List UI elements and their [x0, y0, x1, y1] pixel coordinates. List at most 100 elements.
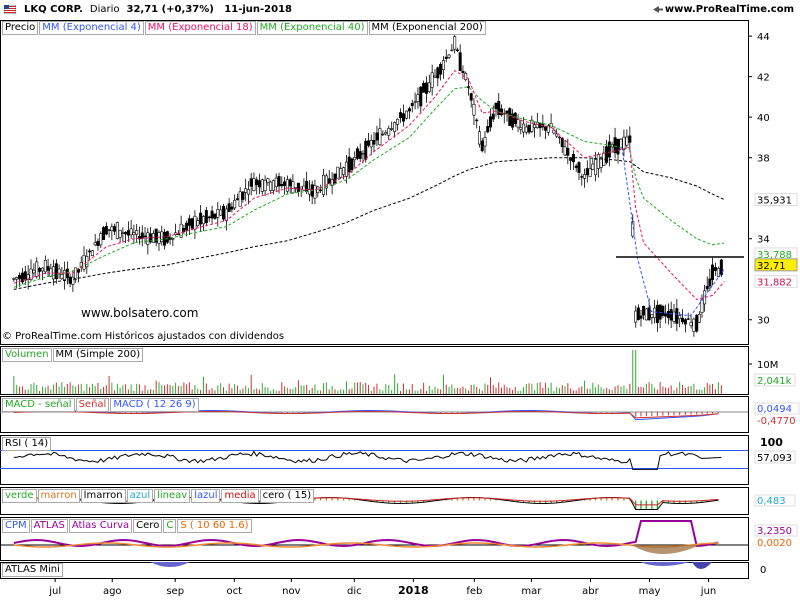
candle-body: [274, 177, 278, 188]
legend-precio[interactable]: Precio: [2, 21, 39, 35]
candle-body: [469, 93, 473, 101]
candle-body: [296, 182, 300, 192]
candle-body: [260, 179, 264, 192]
x-tick-label: sep: [166, 586, 184, 597]
candle-body: [577, 162, 581, 173]
candle-body: [424, 82, 428, 94]
candle-body: [12, 278, 16, 280]
legend-lazul[interactable]: lazul: [191, 489, 221, 503]
candle-body: [336, 166, 340, 179]
candle-body: [588, 168, 592, 178]
candle-body: [222, 205, 226, 220]
legend-volumen[interactable]: Volumen: [2, 348, 52, 362]
candle-body: [444, 56, 448, 59]
x-tick-label: 2018: [398, 584, 429, 597]
legend-senal[interactable]: Señal: [75, 398, 110, 412]
macd-legend: MACD - señal Señal MACD ( 12 26 9): [2, 398, 200, 412]
candle-body: [522, 123, 526, 133]
candle-body: [82, 254, 86, 270]
candle-body: [99, 233, 103, 246]
candle-body: [616, 138, 620, 155]
legend-marron[interactable]: marron: [37, 489, 80, 503]
legend-macd-senal[interactable]: MACD - señal: [2, 398, 75, 412]
candle-body: [666, 311, 670, 319]
candle-body: [585, 168, 589, 176]
legend-cpm[interactable]: CPM: [2, 519, 30, 533]
candle-body: [291, 181, 295, 194]
candle-body: [625, 136, 629, 146]
candle-body: [266, 178, 270, 183]
candle-body: [381, 133, 385, 136]
candle-body: [708, 278, 712, 287]
legend-atlas[interactable]: ATLAS: [30, 519, 68, 533]
legend-verde[interactable]: verde: [2, 489, 37, 503]
candle-body: [653, 307, 657, 319]
legend-rsi[interactable]: RSI ( 14): [2, 437, 52, 451]
candle-body: [187, 218, 191, 226]
legend-c[interactable]: C: [163, 519, 177, 533]
legend-ema40[interactable]: MM (Exponencial 40): [256, 21, 368, 35]
candle-body: [252, 178, 256, 192]
candle-body: [219, 209, 223, 216]
legend-lineav[interactable]: lineav: [154, 489, 191, 503]
candle-body: [607, 141, 611, 158]
legend-s[interactable]: S ( 10 60 1.6): [177, 519, 252, 533]
candle-body: [285, 179, 289, 192]
legend-atlas-mini[interactable]: ATLAS Mini: [2, 563, 63, 577]
candle-body: [441, 60, 445, 70]
candle-body: [700, 299, 704, 313]
candle-body: [533, 124, 537, 129]
candle-body: [135, 230, 139, 235]
legend-ema4[interactable]: MM (Exponencial 4): [39, 21, 144, 35]
legend-azul[interactable]: azul: [126, 489, 154, 503]
candle-body: [477, 131, 481, 145]
legend-ema200[interactable]: MM (Exponencial 200): [368, 21, 486, 35]
candle-body: [433, 75, 437, 78]
macd-signal-last-label: -0,4770: [757, 416, 796, 427]
candle-body: [121, 232, 125, 234]
candle-body: [350, 158, 354, 170]
candle-body: [216, 209, 220, 218]
candle-body: [530, 119, 534, 132]
candle-body: [43, 260, 47, 273]
candle-body: [681, 317, 685, 323]
candle-body: [508, 108, 512, 126]
candle-body: [519, 127, 523, 130]
atlas-ytick: 0: [760, 565, 766, 576]
legend-sma200[interactable]: MM (Simple 200): [52, 348, 144, 362]
legend-ema18[interactable]: MM (Exponencial 18): [144, 21, 256, 35]
candle-body: [664, 313, 668, 317]
candle-body: [204, 210, 208, 224]
candle-body: [322, 174, 326, 195]
legend-cero[interactable]: cero ( 15): [259, 489, 315, 503]
legend-lmarron[interactable]: lmarron: [80, 489, 126, 503]
candle-body: [613, 137, 617, 153]
candle-body: [596, 154, 600, 169]
candle-body: [591, 163, 595, 170]
candle-body: [224, 208, 228, 221]
candle-body: [146, 232, 150, 245]
candle-body: [18, 275, 22, 280]
candle-body: [488, 116, 492, 128]
candle-body: [494, 103, 498, 110]
candle-body: [294, 187, 298, 189]
candle-body: [46, 266, 50, 271]
legend-macd[interactable]: MACD ( 12 26 9): [110, 398, 199, 412]
candle-body: [644, 308, 648, 321]
legend-media[interactable]: media: [221, 489, 259, 503]
x-tick-label: feb: [466, 586, 482, 597]
candle-body: [475, 119, 479, 122]
candle-body: [628, 135, 632, 143]
candle-body: [118, 229, 122, 238]
legend-atlas-curva[interactable]: Atlas Curva: [68, 519, 133, 533]
candle-body: [655, 304, 659, 324]
legend-cero[interactable]: Cero: [133, 519, 163, 533]
candle-body: [213, 213, 217, 219]
candle-body: [695, 314, 699, 332]
candle-body: [157, 232, 161, 244]
copyright: © ProRealTime.com Históricos ajustados c…: [2, 331, 285, 342]
candle-body: [675, 308, 679, 324]
candle-body: [230, 206, 234, 210]
y-tick-label: 40: [757, 113, 770, 124]
candle-body: [458, 52, 462, 71]
